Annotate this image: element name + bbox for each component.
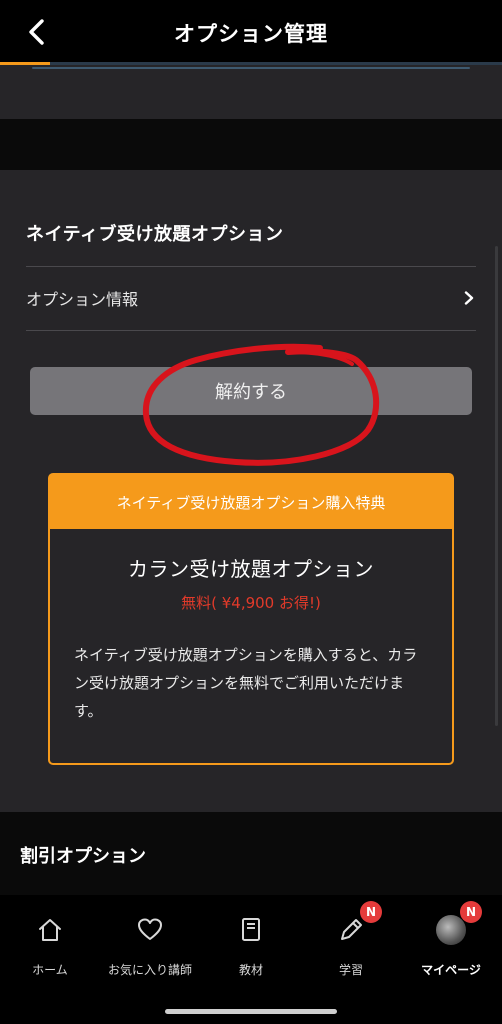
tab-study[interactable]: N 学習: [301, 901, 401, 983]
notification-badge: N: [360, 901, 382, 923]
app-header: オプション管理: [0, 0, 502, 62]
home-icon: [39, 919, 61, 941]
native-option-card: ネイティブ受け放題オプション オプション情報 解約する ネイティブ受け放題オプシ…: [0, 170, 502, 812]
page-title: オプション管理: [174, 22, 328, 46]
benefit-option-name: カラン受け放題オプション: [128, 557, 374, 581]
tab-favorite-teachers-label: お気に入り講師: [107, 963, 192, 977]
benefit-description: ネイティブ受け放題オプションを購入すると、カラン受け放題オプションを無料でご利用…: [74, 646, 418, 720]
heart-icon: [138, 918, 162, 940]
pencil-icon: [341, 919, 362, 940]
tab-home[interactable]: ホーム: [0, 913, 100, 983]
tab-favorite-teachers[interactable]: お気に入り講師: [100, 913, 200, 983]
option-info-row[interactable]: オプション情報: [26, 267, 476, 329]
option-info-label: オプション情報: [26, 290, 139, 309]
native-option-title: ネイティブ受け放題オプション: [26, 224, 284, 245]
benefit-heading: ネイティブ受け放題オプション購入特典: [50, 475, 452, 529]
avatar: [436, 915, 466, 945]
home-indicator: [165, 1009, 337, 1014]
tab-materials-label: 教材: [238, 963, 263, 977]
tab-mypage-label: マイページ: [421, 963, 481, 977]
previous-section-divider: [32, 67, 470, 69]
tab-mypage[interactable]: N マイページ: [401, 901, 501, 983]
notification-badge: N: [460, 901, 482, 923]
chevron-right-icon: [464, 291, 474, 305]
bottom-tab-bar: ホーム お気に入り講師 教材 N 学習 N マイページ: [0, 895, 502, 1024]
tab-materials[interactable]: 教材: [201, 913, 301, 983]
cancel-subscription-button[interactable]: 解約する: [30, 367, 472, 415]
scrollbar[interactable]: [495, 246, 498, 726]
tab-home-label: ホーム: [32, 963, 68, 977]
tab-study-label: 学習: [338, 963, 363, 977]
benefit-price: 無料( ¥4,900 お得!): [181, 594, 321, 612]
previous-section: [0, 65, 502, 119]
purchase-benefit-box: ネイティブ受け放題オプション購入特典 カラン受け放題オプション 無料( ¥4,9…: [48, 473, 454, 765]
divider: [26, 330, 476, 331]
book-icon: [242, 918, 260, 941]
screen: オプション管理 ネイティブ受け放題オプション オプション情報 解約する ネイティ…: [0, 0, 502, 1024]
discount-option-title: 割引オプション: [20, 846, 146, 867]
